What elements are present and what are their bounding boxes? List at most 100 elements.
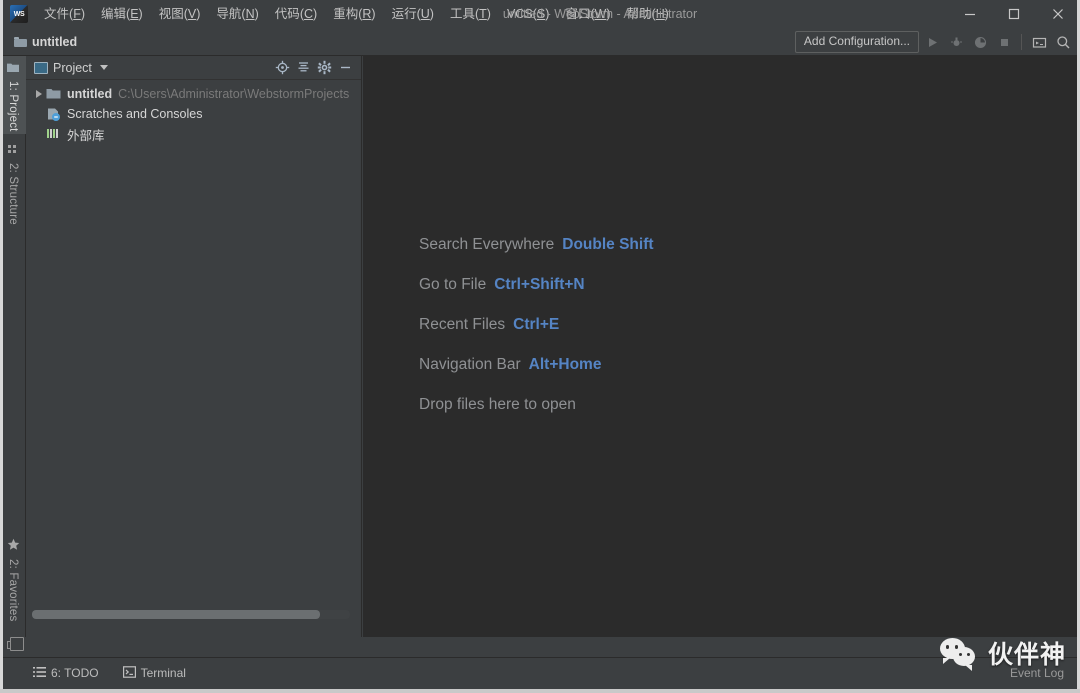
editor-tip-action: Recent Files [419,316,506,333]
webstorm-window: 文件(F)编辑(E)视图(V)导航(N)代码(C)重构(R)运行(U)工具(T)… [0,0,1080,693]
menu-item-10[interactable]: 帮助(H) [619,3,677,25]
hide-icon[interactable] [335,58,355,78]
editor-empty-area: Search Everywhere Double Shift Go to File C… [363,56,1078,637]
editor-tip: Search Everywhere Double Shift [419,236,654,254]
toolbar-actions: Add Configuration... [794,28,1074,56]
editor-tip-shortcut: Alt+Home [528,356,602,373]
menu-item-1[interactable]: 编辑(E) [93,3,151,25]
status-bar-item-label: 6: TODO [51,666,99,680]
run-icon[interactable] [921,31,943,53]
folder-icon [14,36,27,47]
menu-item-8[interactable]: VCS(S) [499,3,557,25]
project-panel-actions [272,58,361,78]
tree-node-label: Scratches and Consoles [67,107,203,121]
menu-item-mnemonic: (R) [358,7,376,21]
locate-target-icon[interactable] [272,58,292,78]
title-bar: 文件(F)编辑(E)视图(V)导航(N)代码(C)重构(R)运行(U)工具(T)… [0,0,1080,28]
sidebar-label-project: 1: Project [7,81,19,132]
menu-item-4[interactable]: 代码(C) [267,3,325,25]
todo-list-icon [33,666,46,681]
gear-icon[interactable] [314,58,334,78]
menu-item-0[interactable]: 文件(F) [36,3,93,25]
menu-item-5[interactable]: 重构(R) [325,3,383,25]
menu-item-mnemonic: (S) [532,7,550,21]
menu-item-label: 重构 [333,7,359,21]
project-horizontal-scrollbar[interactable] [32,610,350,619]
search-icon[interactable] [1052,31,1074,53]
collapse-all-icon[interactable] [293,58,313,78]
menu-item-label: 帮助 [626,7,652,21]
menu-item-label: 视图 [158,7,184,21]
menu-item-label: 运行 [391,7,417,21]
menu-item-mnemonic-letter: H [655,7,665,21]
menu-item-mnemonic-letter: F [73,7,81,21]
webstorm-logo-icon [10,5,28,23]
menu-item-label: 导航 [216,7,242,21]
menu-item-mnemonic-letter: S [536,7,546,21]
menu-item-label: 工具 [449,7,475,21]
menu-item-mnemonic-letter: T [479,7,487,21]
tree-node-path: C:\Users\Administrator\WebstormProjects [118,87,350,101]
chevron-down-icon [99,65,108,70]
tree-node[interactable]: Scratches and Consoles [26,104,361,124]
editor-tip-action: Go to File [419,276,487,293]
project-view-selector[interactable]: Project [34,61,108,75]
editor-tip: Navigation Bar Alt+Home [419,356,654,374]
menu-item-label: VCS [506,7,533,21]
project-folder-icon [7,62,19,76]
minimize-button[interactable] [948,0,992,28]
event-log-button[interactable]: Event Log [1010,658,1064,688]
window-controls [948,0,1080,28]
tree-node[interactable]: 外部库 [26,124,361,144]
editor-tip-action: Drop files here to open [419,396,576,413]
menu-item-mnemonic-letter: V [187,7,197,21]
tool-window-stripe-left: 1: Project 2: Structure 2: Favorites [0,56,26,637]
status-bar-item[interactable]: 6: TODO [30,664,102,683]
tree-node-label: untitled [67,87,113,101]
run-with-coverage-icon[interactable] [969,31,991,53]
status-bar-item[interactable]: Terminal [120,664,189,683]
debug-icon[interactable] [945,31,967,53]
toolbar-separator [1021,34,1022,50]
menu-item-mnemonic-letter: W [594,7,607,21]
editor-tip: Drop files here to open [419,396,654,414]
menu-item-mnemonic: (H) [651,7,669,21]
menu-item-3[interactable]: 导航(N) [208,3,266,25]
expand-arrow-icon[interactable] [32,87,46,101]
menu-item-mnemonic: (W) [590,7,611,21]
stop-icon[interactable] [993,31,1015,53]
tree-node[interactable]: untitled C:\Users\Administrator\WebstormP… [26,84,361,104]
sidebar-item-favorites[interactable]: 2: Favorites [0,532,26,626]
menu-item-mnemonic: (U) [416,7,434,21]
menu-item-7[interactable]: 工具(T) [442,3,499,25]
menu-bar: 文件(F) 编辑(E) 视图(V) 导航(N) 代码(C) 重构(R) 运行(U) 工具(T)… [36,0,677,28]
sidebar-label-favorites: 2: Favorites [7,559,19,622]
menu-item-mnemonic-letter: C [303,7,314,21]
sidebar-item-project[interactable]: 1: Project [0,56,26,134]
scratches-icon [46,107,62,121]
maximize-button[interactable] [992,0,1036,28]
menu-item-mnemonic: (N) [241,7,259,21]
sidebar-item-structure[interactable]: 2: Structure [0,138,26,236]
editor-tip-action: Navigation Bar [419,356,521,373]
editor-tip: Recent Files Ctrl+E [419,316,654,334]
status-bar: 6: TODO Terminal Event Log [0,637,1080,693]
project-tool-window: Project untitled C:\Users\Administrator\W… [26,56,362,637]
add-configuration-button[interactable]: Add Configuration... [794,31,919,53]
close-button[interactable] [1036,0,1080,28]
hide-window-icon[interactable] [1028,31,1050,53]
status-bar-tool-buttons: 6: TODO Terminal [30,658,189,688]
structure-icon [7,144,19,158]
window-frame-bottom [0,689,1080,693]
tool-window-quick-access-icon[interactable] [7,637,24,651]
menu-item-2[interactable]: 视图(V) [151,3,209,25]
menu-item-9[interactable]: 窗口(W) [557,3,618,25]
menu-item-label: 文件 [44,7,70,21]
scrollbar-thumb[interactable] [32,610,320,619]
breadcrumb[interactable]: untitled [14,35,77,49]
sidebar-label-structure: 2: Structure [7,163,19,225]
star-icon [7,538,20,554]
menu-item-6[interactable]: 运行(U) [384,3,442,25]
menu-item-mnemonic: (E) [126,7,143,21]
menu-item-mnemonic: (V) [183,7,201,21]
